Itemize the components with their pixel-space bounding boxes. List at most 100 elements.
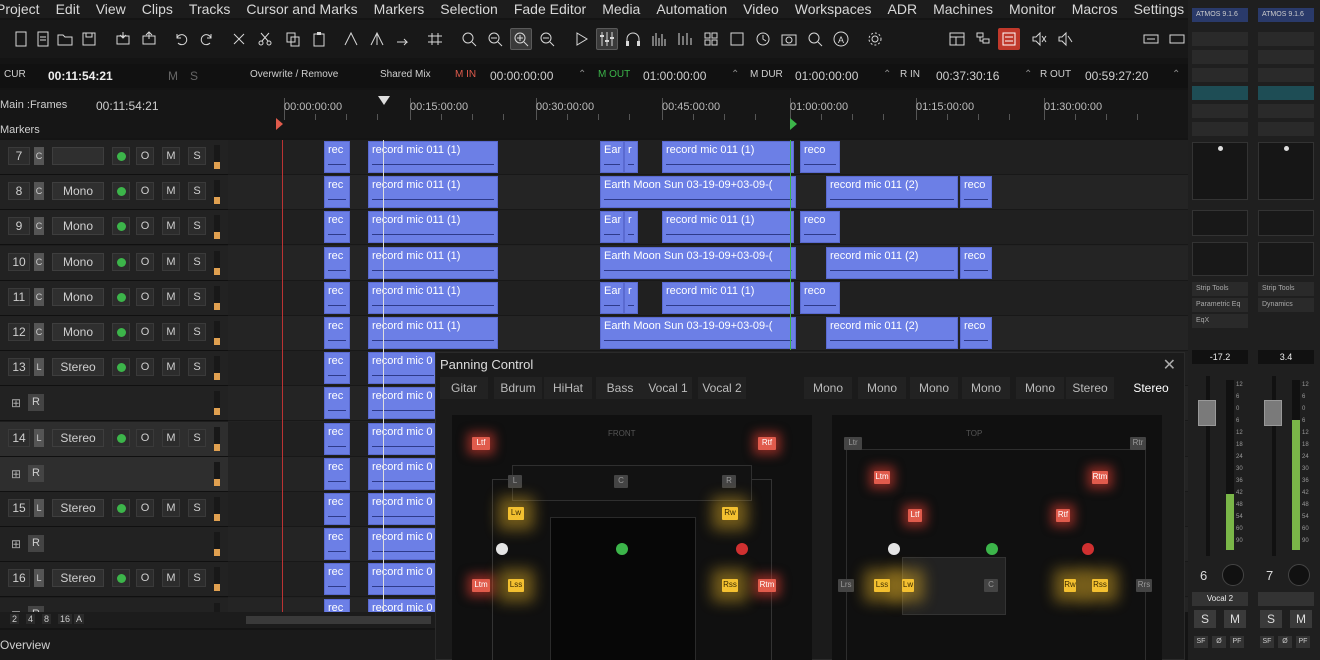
audio-clip[interactable]: record mic 0 (368, 528, 438, 561)
cut-icon[interactable] (254, 28, 276, 50)
audio-clip[interactable]: rec (324, 176, 350, 209)
speaker-rtm[interactable]: Rtm (758, 579, 776, 592)
mark-in-flag[interactable] (276, 118, 283, 130)
settings-gear-icon[interactable] (864, 28, 886, 50)
audio-clip[interactable]: Ear (600, 211, 624, 244)
speaker-lw[interactable]: Lw (902, 579, 914, 592)
audio-clip[interactable]: rec (324, 281, 350, 314)
speaker-rw[interactable]: Rw (1064, 579, 1076, 592)
speaker-rw[interactable]: Rw (722, 507, 738, 520)
panning-tab[interactable]: Stereo (1066, 377, 1114, 399)
track-solo-button[interactable]: S (188, 252, 206, 271)
channel-mode-select[interactable]: Mono (52, 287, 104, 306)
menu-macros[interactable]: Macros (1072, 1, 1118, 17)
speaker-ltm[interactable]: Ltm (874, 471, 890, 484)
channel-badge[interactable]: L (34, 499, 44, 517)
channel-mode-select[interactable]: Stereo (52, 358, 104, 377)
strip-phase-button[interactable]: Ø (1212, 636, 1226, 648)
speaker-ltf[interactable]: Ltf (472, 437, 490, 450)
dyn-curve-thumb[interactable] (1192, 242, 1248, 276)
speaker-ltr[interactable]: Ltr (844, 437, 862, 450)
nudge-icon[interactable] (392, 28, 414, 50)
channel-mode-select[interactable]: Mono (52, 323, 104, 341)
menu-project[interactable]: Project (0, 1, 40, 17)
channel-badge[interactable]: C (34, 252, 44, 271)
audio-clip[interactable]: reco (800, 141, 840, 173)
speaker-lss[interactable]: Lss (874, 579, 890, 592)
pan-dot-green[interactable] (616, 543, 628, 555)
panning-tab[interactable]: Vocal 1 (644, 377, 692, 399)
track-o-button[interactable]: O (136, 217, 154, 236)
track-row[interactable]: 13 L Stereo O M S (0, 351, 228, 387)
channel-mode-select[interactable]: Stereo (52, 499, 104, 517)
input-led-button[interactable] (112, 428, 130, 447)
audio-clip[interactable]: record mic 011 (1) (662, 141, 794, 173)
play-icon[interactable] (570, 28, 592, 50)
track-mute-button[interactable]: M (162, 323, 180, 341)
channel-mode-select[interactable]: Stereo (52, 428, 104, 447)
track-mute-button[interactable]: M (162, 182, 180, 201)
menu-automation[interactable]: Automation (656, 1, 727, 17)
panner-dot[interactable] (1284, 146, 1289, 151)
strip-knob[interactable] (1222, 564, 1244, 586)
panning-tab[interactable]: Bass (596, 377, 644, 399)
insert-slot[interactable] (1258, 68, 1314, 82)
channel-badge[interactable]: C (34, 287, 44, 306)
insert-slot[interactable] (1258, 50, 1314, 64)
input-led-button[interactable] (112, 252, 130, 271)
audio-clip[interactable]: rec (324, 563, 350, 596)
audio-clip[interactable]: rec (324, 317, 350, 349)
zoom-level-button[interactable]: A (74, 614, 85, 624)
input-led-button[interactable] (112, 569, 130, 588)
mark-dur-value[interactable]: 01:00:00:00 (795, 69, 858, 83)
stepper-icon[interactable]: ⌃ (1024, 69, 1032, 80)
insert-slot[interactable] (1258, 32, 1314, 46)
audio-clip[interactable]: rec (324, 457, 350, 490)
input-led-button[interactable] (112, 182, 130, 201)
panning-tab[interactable]: Mono (1016, 377, 1064, 399)
audio-clip[interactable]: record mic 011 (1) (368, 281, 498, 314)
stepper-icon[interactable]: ⌃ (883, 69, 891, 80)
strip-sf-button[interactable]: SF (1194, 636, 1208, 648)
input-led-button[interactable] (112, 358, 130, 377)
expand-plus-icon[interactable]: ⊞ (11, 467, 21, 481)
save-icon[interactable] (78, 28, 100, 50)
horizontal-scrollbar[interactable] (246, 616, 431, 624)
zoom-level-button[interactable]: 2 (10, 614, 20, 624)
track-solo-button[interactable]: S (188, 428, 206, 447)
speaker-rtm[interactable]: Rtm (1092, 471, 1108, 484)
speaker-c[interactable]: C (614, 475, 628, 488)
menu-workspaces[interactable]: Workspaces (795, 1, 872, 17)
track-solo-button[interactable]: S (188, 217, 206, 236)
audio-clip[interactable]: record mic 011 (1) (368, 141, 498, 173)
audio-clip[interactable]: reco (960, 317, 992, 349)
track-o-button[interactable]: O (136, 358, 154, 377)
audio-clip[interactable]: record mic 011 (1) (368, 176, 498, 209)
input-led-button[interactable] (112, 287, 130, 306)
mute-speaker-icon[interactable] (1054, 28, 1076, 50)
pan-dot-white[interactable] (496, 543, 508, 555)
track-o-button[interactable]: O (136, 428, 154, 447)
camera-icon[interactable] (778, 28, 800, 50)
audio-clip[interactable]: reco (800, 281, 840, 314)
top-view-panel[interactable]: TOP Ltr Rtr Ltm Rtm Ltf Rtf Lrs Rrs Lss Lw Rw Rss C (832, 415, 1162, 660)
panning-tab[interactable]: Gitar (440, 377, 488, 399)
audio-clip[interactable]: r (624, 141, 638, 173)
paste-icon[interactable] (308, 28, 330, 50)
region-out-value[interactable]: 00:59:27:20 (1085, 69, 1148, 83)
track-row[interactable]: 12 C Mono O M S (0, 316, 228, 351)
menu-media[interactable]: Media (602, 1, 640, 17)
document-icon[interactable] (32, 28, 54, 50)
track-o-button[interactable]: O (136, 182, 154, 201)
track-row[interactable]: ⊞R (0, 456, 228, 492)
region-in-value[interactable]: 00:37:30:16 (936, 69, 999, 83)
audio-clip[interactable]: reco (800, 211, 840, 244)
track-mute-button[interactable]: M (162, 358, 180, 377)
audio-clip[interactable]: rec (324, 246, 350, 279)
speaker-rtr[interactable]: Rtr (1130, 437, 1146, 450)
trim-icon[interactable] (340, 28, 362, 50)
input-led-button[interactable] (112, 499, 130, 517)
pan-dot-red[interactable] (736, 543, 748, 555)
channel-badge[interactable]: L (34, 428, 44, 447)
audio-clip[interactable]: record mic 0 (368, 598, 438, 612)
